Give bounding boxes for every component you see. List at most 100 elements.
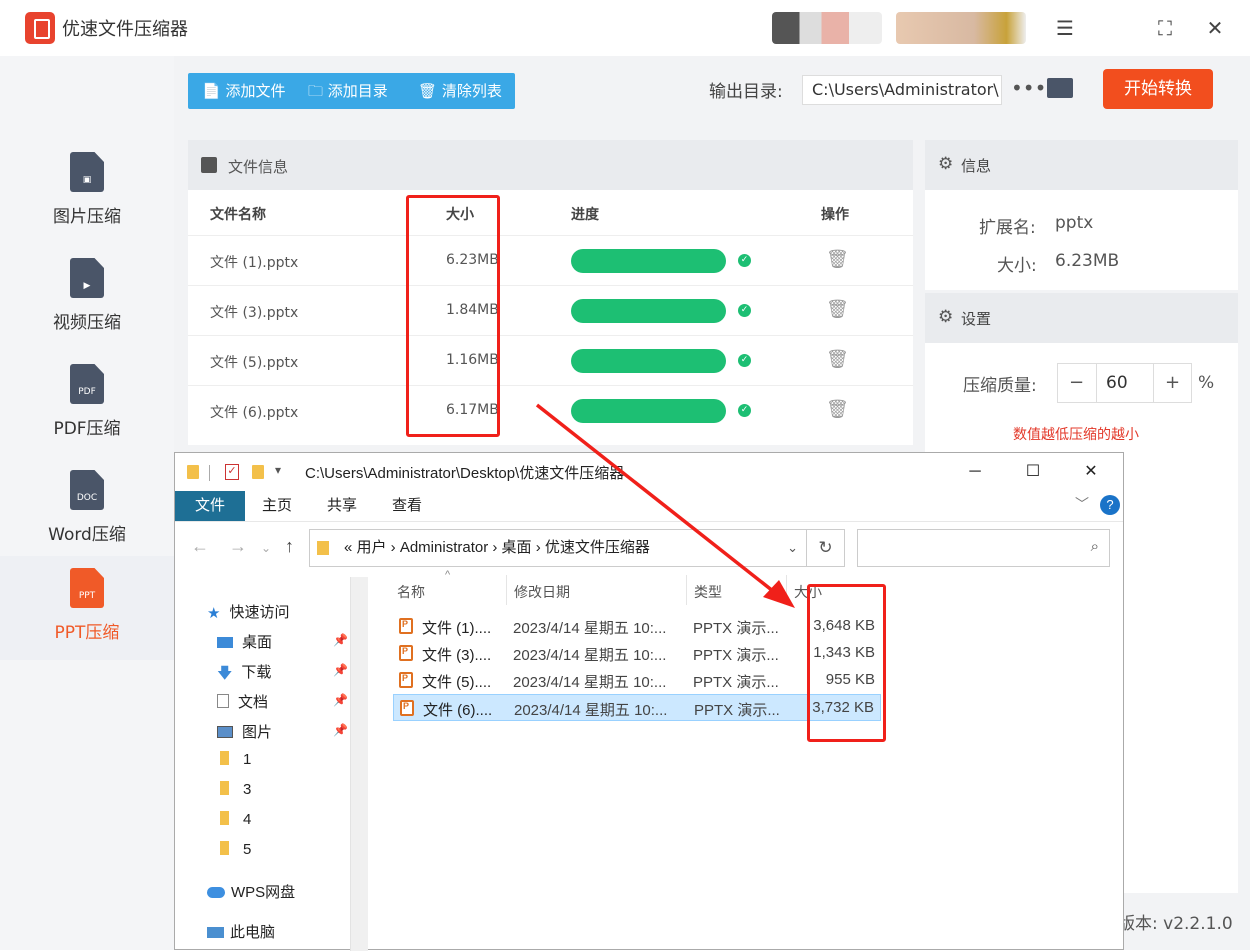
column-separator — [786, 575, 787, 605]
start-convert-button[interactable]: 开始转换 — [1103, 69, 1213, 109]
close-icon[interactable]: ✕ — [1201, 14, 1229, 42]
nav-folder-5[interactable]: 5 — [220, 841, 251, 858]
quality-input[interactable]: 60 — [1096, 364, 1154, 402]
toolbar: 📄 添加文件 🗀 添加目录 🗑 清除列表 — [188, 73, 515, 109]
maximize-icon[interactable]: ⛶ — [1151, 14, 1179, 42]
delete-icon[interactable]: 🗑 — [826, 399, 849, 420]
sidebar-item-label: PDF压缩 — [53, 419, 121, 439]
tab-file[interactable]: 文件 — [175, 491, 245, 521]
address-bar[interactable]: « 用户 › Administrator › 桌面 › 优速文件压缩器 ⌄ — [309, 529, 807, 567]
pin-icon: 📌 — [333, 723, 348, 737]
file-name: 文件 (3).pptx — [210, 305, 299, 321]
delete-icon[interactable]: 🗑 — [826, 299, 849, 320]
chevron-down-icon[interactable]: ▾ — [275, 463, 281, 477]
pin-icon: 📌 — [333, 663, 348, 677]
nav-folder-4[interactable]: 4 — [220, 811, 251, 828]
progress-bar — [571, 349, 726, 373]
nav-quick-access[interactable]: ★ 快速访问 — [207, 601, 289, 622]
chevron-down-icon[interactable]: ⌄ — [787, 530, 798, 566]
minimize-icon[interactable]: ─ — [952, 459, 998, 485]
search-input[interactable]: ⌕ — [857, 529, 1110, 567]
size-highlight-box — [406, 195, 500, 437]
up-icon[interactable]: ↑ — [285, 536, 294, 557]
sidebar-item-label: Word压缩 — [48, 525, 126, 545]
sidebar-item-pdf[interactable]: PDF PDF压缩 — [0, 352, 174, 456]
add-directory-button[interactable]: 🗀 添加目录 — [308, 73, 388, 109]
image-file-icon: ▣ — [70, 152, 104, 192]
search-icon: ⌕ — [1090, 538, 1099, 555]
folder-icon — [220, 811, 229, 825]
table-row[interactable]: 文件 (1).pptx 6.23MB ✓ 🗑 — [188, 235, 913, 285]
tab-home[interactable]: 主页 — [255, 491, 299, 521]
file-name: 文件 (5).... — [422, 674, 492, 691]
app-title: 优速文件压缩器 — [62, 19, 188, 40]
decrement-button[interactable]: − — [1058, 364, 1095, 402]
sidebar-item-word[interactable]: DOC Word压缩 — [0, 458, 174, 562]
column-header-modified[interactable]: 修改日期 — [514, 582, 570, 602]
add-file-button[interactable]: 📄 添加文件 — [202, 73, 285, 109]
size-label: 大小: — [997, 256, 1037, 276]
maximize-icon[interactable]: ☐ — [1010, 459, 1056, 485]
desktop-icon — [217, 637, 233, 648]
doc-file-icon: DOC — [70, 470, 104, 510]
tab-share[interactable]: 共享 — [320, 491, 364, 521]
pptx-file-icon — [399, 672, 413, 688]
tab-view[interactable]: 查看 — [385, 491, 429, 521]
recent-chevron-icon[interactable]: ⌄ — [261, 541, 271, 555]
file-type: PPTX 演示... — [693, 620, 779, 637]
table-row[interactable]: 文件 (5).pptx 1.16MB ✓ 🗑 — [188, 335, 913, 385]
column-header-name[interactable]: 名称 — [397, 582, 425, 602]
new-folder-icon[interactable] — [252, 465, 264, 479]
back-icon[interactable]: ← — [191, 536, 209, 557]
settings-panel-header: ⚙ 设置 — [925, 293, 1238, 343]
delete-icon[interactable]: 🗑 — [826, 349, 849, 370]
column-header-name: 文件名称 — [210, 207, 266, 223]
sidebar-item-label: 视频压缩 — [53, 313, 121, 333]
quality-stepper[interactable]: − 60 + — [1057, 363, 1192, 403]
column-header-type[interactable]: 类型 — [694, 582, 722, 602]
nav-desktop[interactable]: 桌面 — [217, 631, 272, 652]
help-icon[interactable]: ? — [1100, 495, 1120, 515]
scrollbar[interactable] — [350, 577, 368, 951]
column-header-action: 操作 — [821, 207, 849, 223]
file-name: 文件 (6).... — [423, 702, 493, 719]
file-panel-header: 文件信息 — [188, 140, 913, 190]
close-icon[interactable]: ✕ — [1068, 459, 1114, 485]
refresh-icon[interactable]: ↻ — [807, 529, 845, 567]
progress-bar — [571, 299, 726, 323]
folder-icon — [187, 465, 199, 479]
nav-downloads[interactable]: 🡇 下载 — [217, 661, 271, 682]
collapse-ribbon-icon[interactable]: ﹀ — [1075, 494, 1089, 514]
check-icon: ✓ — [738, 304, 751, 317]
nav-folder-3[interactable]: 3 — [220, 781, 251, 798]
sidebar-item-image[interactable]: ▣ 图片压缩 — [0, 140, 174, 244]
nav-pictures[interactable]: 图片 — [217, 721, 272, 742]
table-row[interactable]: 文件 (6).pptx 6.17MB ✓ 🗑 — [188, 385, 913, 435]
sidebar-item-video[interactable]: ▶ 视频压缩 — [0, 246, 174, 350]
file-type: PPTX 演示... — [693, 647, 779, 664]
more-options-icon[interactable]: ••• — [1011, 76, 1046, 100]
ext-label: 扩展名: — [979, 218, 1036, 238]
picture-icon — [217, 726, 233, 738]
file-modified: 2023/4/14 星期五 10:... — [514, 702, 668, 719]
table-row[interactable]: 文件 (3).pptx 1.84MB ✓ 🗑 — [188, 285, 913, 335]
delete-icon[interactable]: 🗑 — [826, 249, 849, 270]
nav-this-pc[interactable]: 此电脑 — [207, 921, 275, 942]
menu-icon[interactable]: ☰ — [1051, 14, 1079, 42]
clear-list-button[interactable]: 🗑 清除列表 — [418, 73, 502, 109]
nav-wps-cloud[interactable]: WPS网盘 — [207, 881, 295, 902]
output-dir-field[interactable]: C:\Users\Administrator\ — [802, 75, 1002, 105]
forward-icon[interactable]: → — [229, 536, 247, 557]
nav-documents[interactable]: 文档 — [217, 691, 268, 712]
file-type: PPTX 演示... — [694, 702, 780, 719]
increment-button[interactable]: + — [1154, 364, 1191, 402]
folder-icon[interactable] — [1047, 78, 1073, 98]
file-name: 文件 (3).... — [422, 647, 492, 664]
blurred-user-name — [896, 12, 1026, 44]
check-icon: ✓ — [738, 254, 751, 267]
size-highlight-box — [807, 584, 886, 742]
properties-icon[interactable]: ✓ — [225, 464, 239, 480]
check-icon: ✓ — [738, 404, 751, 417]
nav-folder-1[interactable]: 1 — [220, 751, 251, 768]
sidebar-item-ppt[interactable]: PPT PPT压缩 — [0, 556, 174, 660]
